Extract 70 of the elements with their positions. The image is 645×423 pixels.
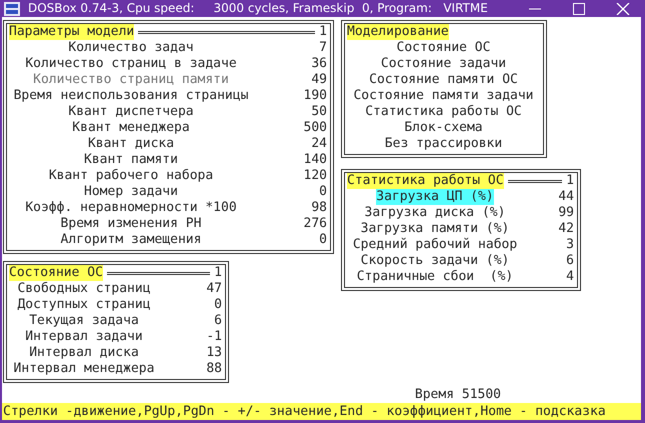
state-value: 88 <box>205 361 222 377</box>
parameter-label[interactable]: Количество страниц в задаче <box>25 56 237 72</box>
parameter-label[interactable]: Квант менеджера <box>72 120 190 136</box>
parameter-label[interactable]: Квант диспетчера <box>68 104 194 120</box>
statistic-label[interactable]: Загрузка памяти (%) <box>360 221 510 237</box>
state-value: 47 <box>205 281 222 297</box>
parameter-value: 24 <box>310 136 327 152</box>
parameter-value: 140 <box>302 152 327 168</box>
state-label: Интервал менеджера <box>14 361 154 377</box>
panel-title: Параметры модели <box>9 24 134 40</box>
parameter-label[interactable]: Коэфф. неравномерности *100 <box>25 200 237 216</box>
statistic-value: 4 <box>565 269 574 285</box>
parameter-value: 190 <box>302 88 327 104</box>
app-icon <box>4 2 20 16</box>
state-label: Интервал диска <box>29 345 139 361</box>
parameter-label[interactable]: Квант диска <box>88 136 174 152</box>
parameter-value: 276 <box>302 216 327 232</box>
page-number: 1 <box>214 265 222 281</box>
page-number: 1 <box>566 173 574 189</box>
parameter-value: 7 <box>318 40 327 56</box>
state-value: 6 <box>213 313 222 329</box>
parameter-value: 36 <box>310 56 327 72</box>
menu-item[interactable]: Состояние задачи <box>380 56 506 71</box>
panel-title: Состояние ОС <box>9 265 103 281</box>
parameter-label[interactable]: Алгоритм замещения <box>60 232 202 248</box>
parameter-value: 500 <box>302 120 327 136</box>
time-readout: Время 51500 <box>414 387 501 403</box>
menu-item[interactable]: Блок-схема <box>404 120 483 135</box>
state-label: Текущая задача <box>29 313 139 329</box>
page-number: 1 <box>319 24 327 40</box>
hint-bar: Стрелки -движение,PgUp,PgDn - +/- значение,End - коэффициент,Home - подсказка <box>2 403 641 420</box>
menu-item[interactable]: Состояние памяти ОС <box>369 72 518 87</box>
statistic-value: 99 <box>557 205 574 221</box>
statistic-value: 3 <box>565 237 574 253</box>
state-value: -1 <box>205 329 222 345</box>
state-value: 0 <box>213 297 222 313</box>
panel-title: Статистика работы ОС <box>347 173 504 189</box>
parameter-value: 49 <box>310 72 327 88</box>
parameter-label[interactable]: Время изменения РН <box>60 216 202 232</box>
panel-title: Моделирование <box>347 24 449 40</box>
statistic-label[interactable]: Скорость задачи (%) <box>360 253 510 269</box>
parameter-label[interactable]: Количество задач <box>68 40 194 56</box>
state-label: Интервал задачи <box>25 329 143 345</box>
parameter-label[interactable]: Квант рабочего набора <box>48 168 214 184</box>
state-label: Доступных страниц <box>17 297 151 313</box>
parameter-label[interactable]: Квант памяти <box>84 152 178 168</box>
state-value: 13 <box>205 345 222 361</box>
statistic-label[interactable]: Загрузка диска (%) <box>364 205 506 221</box>
parameter-value: 50 <box>310 104 327 120</box>
window-title: DOSBox 0.74-3, Cpu speed: 3000 cycles, Frameskip 0, Program: VIRTME <box>28 1 489 16</box>
statistic-label[interactable]: Страничные сбои (%) <box>356 269 514 285</box>
maximize-icon[interactable] <box>571 2 587 14</box>
statistic-value: 6 <box>565 253 574 269</box>
state-label: Свободных страниц <box>17 281 151 297</box>
statistic-label[interactable]: Загрузка ЦП (%) <box>376 189 494 205</box>
menu-item[interactable]: Состояние ОС <box>396 40 490 55</box>
parameter-value: 120 <box>302 168 327 184</box>
parameter-label[interactable]: Номер задачи <box>84 184 178 200</box>
parameter-label[interactable]: Количество страниц памяти <box>33 72 229 88</box>
statistic-value: 44 <box>557 189 574 205</box>
parameter-label[interactable]: Время неиспользования страницы <box>14 88 248 104</box>
menu-item[interactable]: Без трассировки <box>384 136 502 151</box>
parameter-value: 0 <box>318 232 327 248</box>
parameter-value: 98 <box>310 200 327 216</box>
menu-item[interactable]: Состояние памяти задачи <box>353 88 534 103</box>
menu-item[interactable]: Статистика работы ОС <box>365 104 522 119</box>
statistic-value: 42 <box>557 221 574 237</box>
statistic-label[interactable]: Средний рабочий набор <box>352 237 518 253</box>
parameter-value: 0 <box>318 184 327 200</box>
close-icon[interactable] <box>615 2 631 14</box>
